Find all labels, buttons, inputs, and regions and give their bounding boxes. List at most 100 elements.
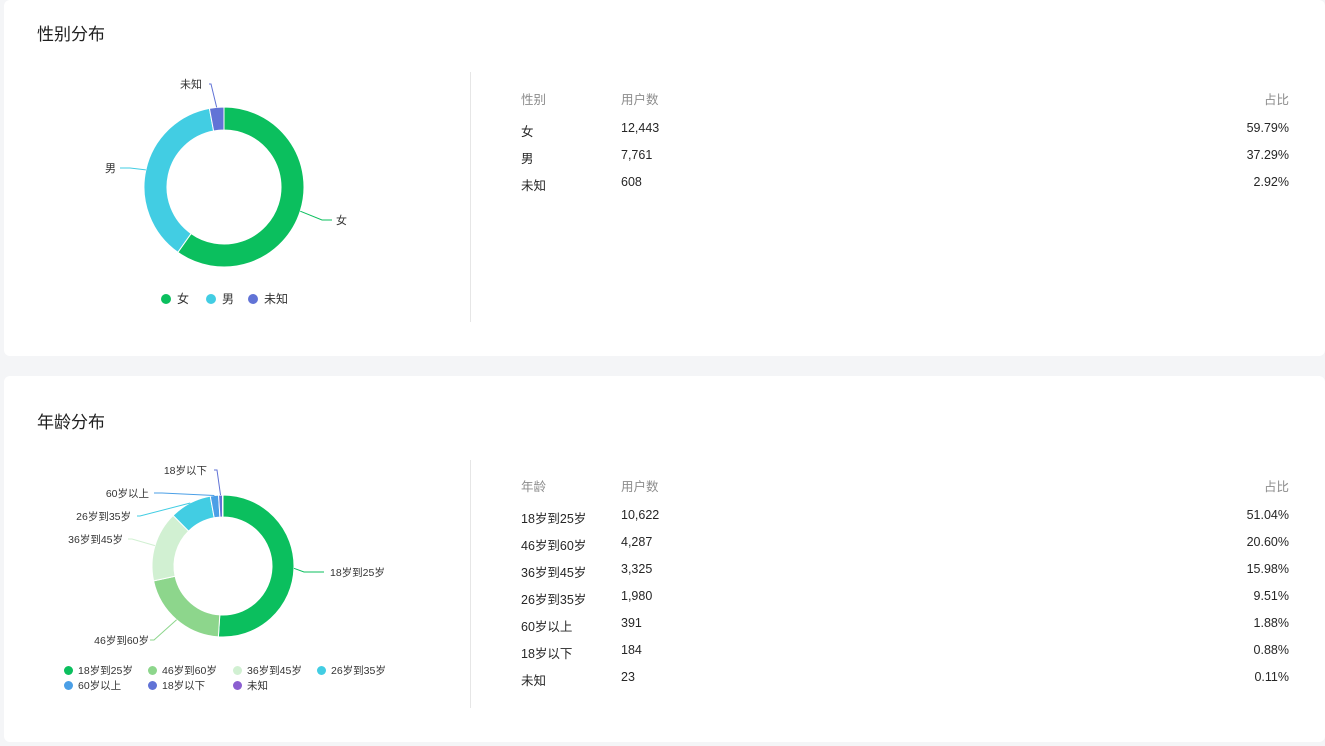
- row-count: 184: [621, 643, 642, 657]
- divider: [470, 72, 471, 322]
- legend-dot: [64, 681, 73, 690]
- row-label: 60岁以上: [521, 620, 573, 634]
- legend-dot: [317, 666, 326, 675]
- row-label: 男: [521, 152, 534, 166]
- row-pct: 2.92%: [1253, 175, 1289, 189]
- table-row: 男 7,761 37.29%: [521, 148, 1289, 175]
- legend-dot: [233, 666, 242, 675]
- table-row: 26岁到35岁 1,980 9.51%: [521, 589, 1289, 616]
- header-ratio: 占比: [1263, 480, 1289, 494]
- row-count: 391: [621, 616, 642, 630]
- slice-label: 36岁到45岁: [68, 533, 123, 546]
- legend-label: 36岁到45岁: [247, 665, 302, 677]
- row-count: 12,443: [621, 121, 660, 135]
- donut-slice[interactable]: [152, 575, 221, 638]
- age-donut-chart: 18岁到25岁 46岁到60岁 36岁到45岁 26岁到35岁 60岁以上 18岁以下: [68, 464, 385, 647]
- table-row: 未知 23 0.11%: [521, 670, 1289, 697]
- legend-label: 46岁到60岁: [162, 665, 217, 677]
- legend-dot: [148, 666, 157, 675]
- label-leader-line: [128, 538, 156, 547]
- label-leader-line: [293, 567, 324, 573]
- age-table: 年龄 用户数 占比 18岁到25岁 10,622 51.04% 46岁到60岁 …: [521, 476, 1289, 697]
- legend-item[interactable]: 18岁以下: [148, 678, 205, 693]
- row-pct: 15.98%: [1246, 562, 1289, 576]
- legend-label: 未知: [247, 680, 268, 692]
- legend-item[interactable]: 男: [206, 290, 234, 307]
- row-pct: 20.60%: [1246, 535, 1289, 549]
- donut-slice[interactable]: [143, 107, 215, 254]
- slice-label: 26岁到35岁: [76, 510, 131, 523]
- slice-label: 18岁到25岁: [330, 566, 385, 579]
- table-row: 女 12,443 59.79%: [521, 121, 1289, 148]
- row-count: 608: [621, 175, 642, 189]
- legend-item[interactable]: 女: [161, 290, 189, 307]
- row-pct: 51.04%: [1246, 508, 1289, 522]
- table-row: 60岁以上 391 1.88%: [521, 616, 1289, 643]
- row-count: 7,761: [621, 148, 653, 162]
- label-leader-line: [150, 619, 177, 641]
- legend-dot: [233, 681, 242, 690]
- slice-label: 18岁以下: [164, 464, 207, 477]
- legend-dot: [248, 294, 258, 304]
- legend-dot: [206, 294, 216, 304]
- header-users: 用户数: [621, 93, 659, 107]
- legend-label: 26岁到35岁: [331, 665, 386, 677]
- slice-label: 60岁以上: [106, 487, 149, 500]
- row-label: 18岁到25岁: [521, 512, 587, 526]
- table-header: 年龄 用户数 占比: [521, 476, 1289, 508]
- row-count: 4,287: [621, 535, 653, 549]
- legend-label: 男: [222, 292, 235, 306]
- table-row: 18岁以下 184 0.88%: [521, 643, 1289, 670]
- header-users: 用户数: [621, 480, 659, 494]
- row-pct: 37.29%: [1246, 148, 1289, 162]
- label-leader-line: [300, 210, 332, 221]
- row-count: 23: [621, 670, 635, 684]
- legend-item[interactable]: 26岁到35岁: [317, 663, 386, 678]
- divider: [470, 460, 471, 708]
- label-leader-line: [120, 167, 146, 171]
- legend-item[interactable]: 未知: [233, 678, 268, 693]
- header-age: 年龄: [521, 480, 547, 494]
- header-gender: 性别: [521, 93, 547, 107]
- gender-table: 性别 用户数 占比 女 12,443 59.79% 男 7,761 37.29%…: [521, 89, 1289, 202]
- row-pct: 0.11%: [1254, 670, 1289, 684]
- legend-dot: [64, 666, 73, 675]
- row-label: 36岁到45岁: [521, 566, 587, 580]
- row-label: 女: [521, 125, 534, 139]
- gender-donut-chart: 女 男 未知: [105, 77, 347, 268]
- label-leader-line: [214, 469, 222, 496]
- table-row: 未知 608 2.92%: [521, 175, 1289, 202]
- slice-label: 46岁到60岁: [94, 634, 149, 647]
- row-pct: 0.88%: [1253, 643, 1289, 657]
- age-distribution-card: 年龄分布 18岁到25岁 46岁到60岁 36岁到45岁 26岁到35岁 60岁以上 18…: [4, 376, 1325, 742]
- legend-item[interactable]: 60岁以上: [64, 678, 121, 693]
- label-leader-line: [154, 492, 215, 497]
- table-row: 36岁到45岁 3,325 15.98%: [521, 562, 1289, 589]
- label-leader-line: [209, 83, 218, 108]
- donut-slice[interactable]: [217, 494, 295, 638]
- legend-dot: [148, 681, 157, 690]
- legend-item[interactable]: 18岁到25岁: [64, 663, 133, 678]
- row-label: 未知: [521, 179, 547, 193]
- legend-item[interactable]: 36岁到45岁: [233, 663, 302, 678]
- gender-distribution-card: 性别分布 女男未知 女男未知 性别 用户数 占比 女 12,443 59.79%…: [4, 0, 1325, 356]
- table-header: 性别 用户数 占比: [521, 89, 1289, 121]
- legend-item[interactable]: 未知: [248, 290, 288, 307]
- header-ratio: 占比: [1263, 93, 1289, 107]
- legend-label: 18岁到25岁: [78, 665, 133, 677]
- row-label: 26岁到35岁: [521, 593, 587, 607]
- legend-label: 60岁以上: [78, 680, 122, 692]
- slice-label: 男: [105, 163, 116, 175]
- row-label: 未知: [521, 674, 547, 688]
- row-pct: 59.79%: [1246, 121, 1289, 135]
- row-count: 3,325: [621, 562, 653, 576]
- slice-label: 未知: [180, 77, 202, 91]
- legend-label: 女: [177, 292, 190, 306]
- row-label: 46岁到60岁: [521, 539, 587, 553]
- row-pct: 1.88%: [1253, 616, 1289, 630]
- table-row: 18岁到25岁 10,622 51.04%: [521, 508, 1289, 535]
- table-row: 46岁到60岁 4,287 20.60%: [521, 535, 1289, 562]
- legend-item[interactable]: 46岁到60岁: [148, 663, 217, 678]
- row-count: 1,980: [621, 589, 653, 603]
- row-label: 18岁以下: [521, 647, 573, 661]
